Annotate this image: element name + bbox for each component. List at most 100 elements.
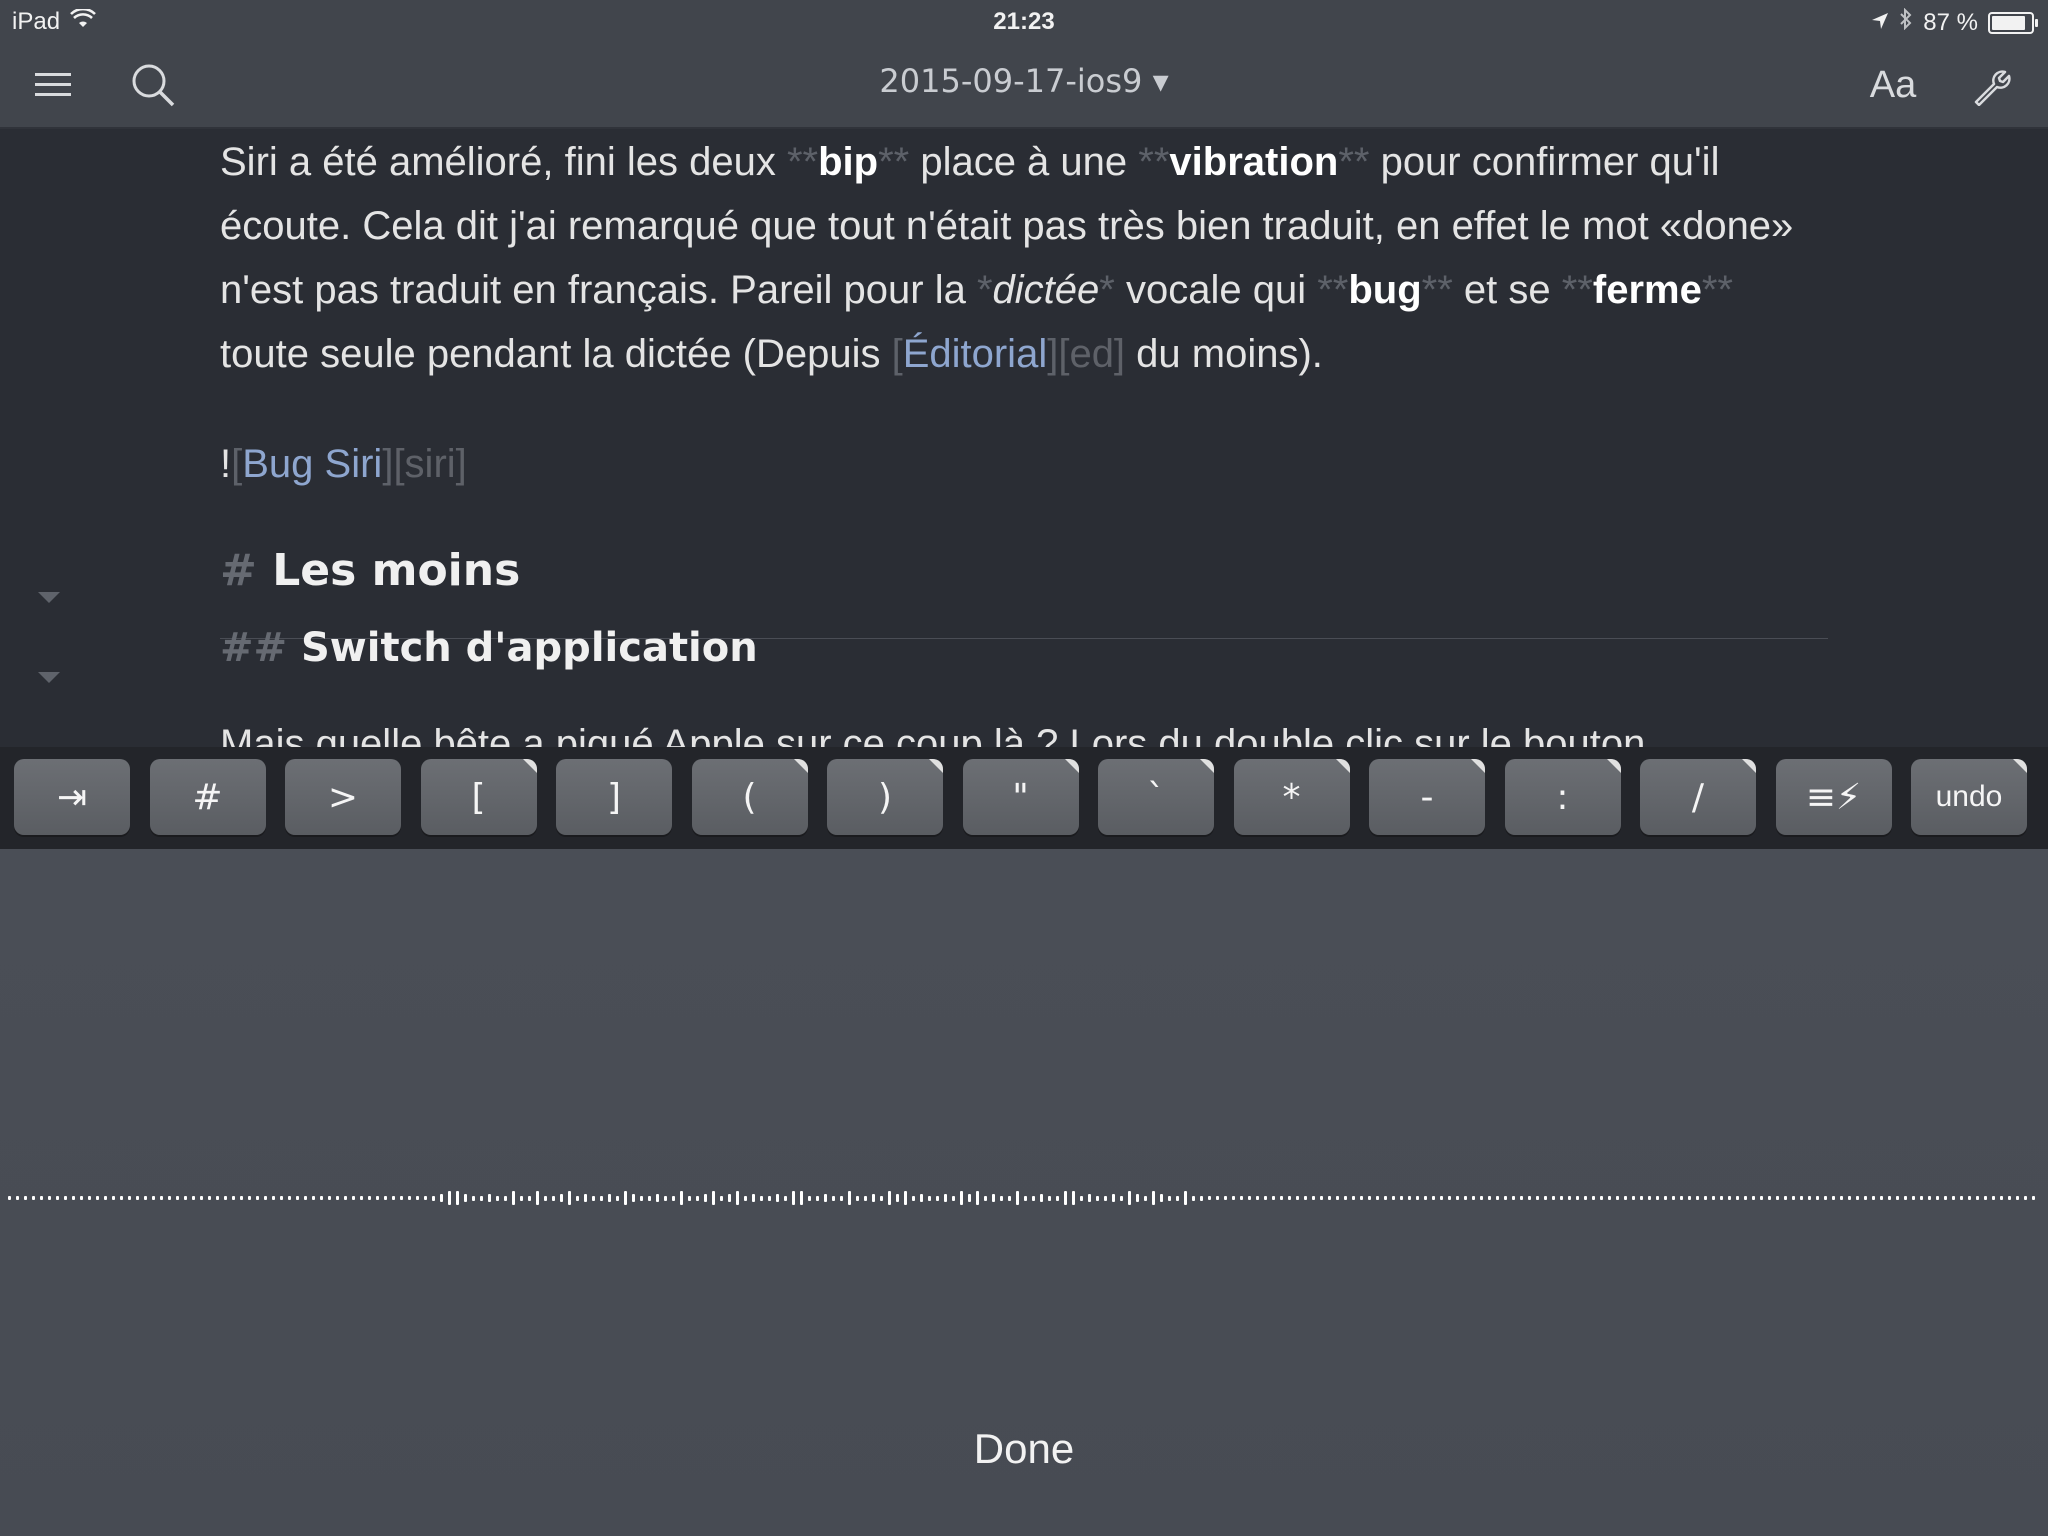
waveform-bar	[1896, 1196, 1899, 1200]
close-paren-key[interactable]: )	[827, 759, 943, 835]
waveform-bar	[1792, 1196, 1795, 1200]
paragraph-text-partial[interactable]: Mais quelle bête a piqué Apple sur ce co…	[220, 712, 1830, 747]
waveform-bar	[144, 1196, 147, 1200]
markdown-syntax: **	[1421, 268, 1453, 312]
editor-toolbar: 2015-09-17-ios9 ▾ Aa	[0, 42, 2048, 129]
markdown-syntax: **	[1317, 268, 1349, 312]
double-quote-key[interactable]: "	[962, 759, 1079, 835]
waveform-bar	[816, 1195, 819, 1201]
waveform-bar	[1304, 1196, 1307, 1200]
waveform-bar	[1656, 1196, 1659, 1200]
waveform-bar	[1704, 1196, 1707, 1200]
snippets-key[interactable]: ≡⚡	[1775, 759, 1892, 835]
close-bracket-key[interactable]: ]	[556, 759, 672, 835]
waveform-bar	[1016, 1191, 1019, 1205]
fold-triangle-icon[interactable]	[38, 592, 60, 603]
markdown-editor[interactable]: Siri a été amélioré, fini les deux **bip…	[0, 127, 2048, 747]
undo-key[interactable]: undo	[1911, 759, 2027, 835]
waveform-bar	[1328, 1196, 1331, 1200]
waveform-bar	[656, 1194, 659, 1202]
tab-key[interactable]: ⇥	[14, 759, 130, 835]
chevron-down-icon: ▾	[1152, 62, 1169, 100]
waveform-bar	[632, 1194, 635, 1202]
waveform-bar	[1864, 1196, 1867, 1200]
slash-key[interactable]: /	[1640, 759, 1756, 835]
waveform-bar	[72, 1196, 75, 1200]
backtick-key[interactable]: `	[1098, 759, 1214, 835]
waveform-bar	[1584, 1196, 1587, 1200]
markdown-syntax: [	[231, 442, 243, 486]
waveform-bar	[1256, 1196, 1259, 1200]
waveform-bar	[88, 1196, 91, 1200]
markdown-syntax: **	[786, 140, 819, 184]
text-run: !	[220, 442, 232, 486]
waveform-bar	[1760, 1196, 1763, 1200]
waveform-bar	[176, 1196, 179, 1200]
key-label: >	[327, 776, 359, 818]
waveform-bar	[1624, 1196, 1627, 1200]
waveform-bar	[1392, 1196, 1395, 1200]
waveform-bar	[160, 1196, 163, 1200]
waveform-bar	[304, 1196, 307, 1200]
font-settings-button[interactable]: Aa	[1866, 60, 1920, 110]
waveform-bar	[1240, 1196, 1243, 1200]
waveform-bar	[288, 1196, 291, 1200]
dash-key[interactable]: -	[1369, 759, 1485, 835]
waveform-bar	[16, 1196, 19, 1200]
waveform-bar	[872, 1194, 875, 1202]
waveform-bar	[1768, 1196, 1771, 1200]
waveform-bar	[1504, 1196, 1507, 1200]
waveform-bar	[1720, 1196, 1723, 1200]
wrench-icon[interactable]	[1966, 60, 2020, 110]
hash-key[interactable]: #	[149, 759, 266, 835]
waveform-bar	[1832, 1196, 1835, 1200]
markdown-syntax: **	[1701, 268, 1733, 312]
heading-2[interactable]: ## Switch d'application	[220, 625, 758, 671]
waveform-bar	[880, 1195, 883, 1201]
waveform-bar	[1072, 1191, 1075, 1205]
waveform-bar	[736, 1191, 739, 1205]
open-paren-key[interactable]: (	[691, 759, 808, 835]
waveform-bar	[1848, 1196, 1851, 1200]
waveform-bar	[112, 1196, 115, 1200]
paragraph-text[interactable]: Siri a été amélioré, fini les deux **bip…	[220, 130, 1830, 386]
waveform-bar	[56, 1196, 59, 1200]
waveform-bar	[376, 1196, 379, 1200]
document-title-menu[interactable]: 2015-09-17-ios9 ▾	[0, 62, 2048, 100]
waveform-bar	[1736, 1196, 1739, 1200]
waveform-bar	[200, 1196, 203, 1200]
waveform-bar	[1608, 1196, 1611, 1200]
fold-triangle-icon[interactable]	[38, 672, 60, 683]
asterisk-key[interactable]: *	[1233, 759, 1350, 835]
key-label: -	[1420, 776, 1434, 818]
waveform-bar	[1648, 1196, 1651, 1200]
image-reference[interactable]: ![Bug Siri][siri]	[220, 432, 1830, 496]
waveform-bar	[432, 1195, 435, 1201]
waveform-bar	[496, 1195, 499, 1201]
done-button[interactable]: Done	[0, 1425, 2048, 1473]
status-bar: iPad 21:23 87 %	[0, 0, 2048, 42]
waveform-bar	[1968, 1196, 1971, 1200]
markdown-syntax: *	[976, 268, 993, 312]
waveform-bar	[336, 1196, 339, 1200]
key-label: /	[1691, 776, 1705, 818]
waveform-bar	[1752, 1196, 1755, 1200]
open-bracket-key[interactable]: [	[420, 759, 537, 835]
heading-1[interactable]: # Les moins	[220, 545, 520, 596]
heading-mark: #	[220, 545, 257, 596]
waveform-bar	[752, 1194, 755, 1202]
waveform-bar	[2024, 1196, 2027, 1200]
waveform-bar	[800, 1191, 803, 1205]
waveform-bar	[1472, 1196, 1475, 1200]
waveform-bar	[1544, 1196, 1547, 1200]
waveform-bar	[264, 1196, 267, 1200]
key-corner-indicator	[1471, 759, 1485, 773]
waveform-bar	[120, 1196, 123, 1200]
waveform-bar	[280, 1196, 283, 1200]
waveform-bar	[1840, 1196, 1843, 1200]
quote-key[interactable]: >	[285, 759, 401, 835]
waveform-bar	[1040, 1194, 1043, 1202]
colon-key[interactable]: :	[1504, 759, 1621, 835]
key-label: `	[1147, 776, 1165, 818]
waveform-bar	[640, 1195, 643, 1201]
